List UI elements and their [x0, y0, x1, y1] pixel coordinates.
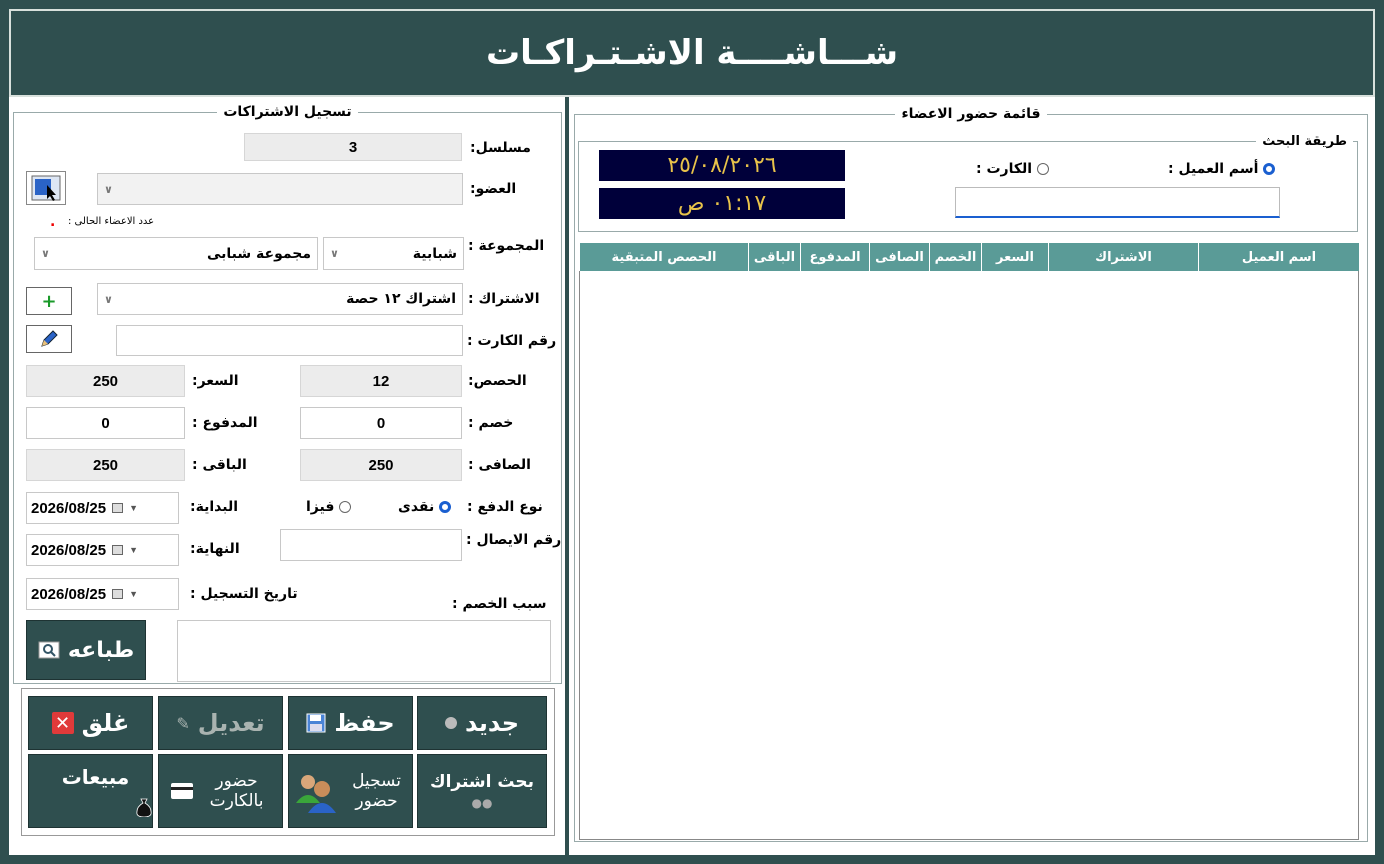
payment-type-label: نوع الدفع :: [467, 499, 543, 515]
member-select[interactable]: ∨: [97, 173, 463, 205]
discount-reason-textarea[interactable]: [177, 620, 551, 682]
card-label: رقم الكارت :: [467, 333, 557, 349]
close-button[interactable]: غلق ✕: [28, 696, 153, 750]
payment-visa-option[interactable]: فيزا: [306, 499, 352, 515]
member-lookup-icon: [31, 175, 61, 201]
serial-field: 3: [244, 133, 462, 161]
column-header-paid[interactable]: المدفوع: [800, 243, 869, 271]
dropdown-arrow-icon: ▼: [129, 545, 138, 555]
receipt-label: رقم الايصال :: [466, 532, 562, 548]
calendar-icon: [112, 503, 124, 513]
attendance-grid-header: اسم العميل الاشتراك السعر الخصم الصافى ا…: [579, 243, 1359, 271]
column-header-net[interactable]: الصافى: [869, 243, 929, 271]
column-header-client[interactable]: اسم العميل: [1198, 243, 1359, 271]
remaining-field: 250: [26, 449, 185, 481]
money-bag-icon: [136, 798, 152, 817]
attendance-legend: قائمة حضور الاعضاء: [901, 106, 1041, 122]
screen-title-bar: شـــاشــــة الاشـتـراكـات: [9, 9, 1375, 97]
chevron-down-icon: ∨: [104, 182, 113, 196]
start-date-label: البداية:: [190, 499, 239, 515]
group-name-value: مجموعة شبابى: [206, 245, 311, 262]
screen-title: شـــاشــــة الاشـتـراكـات: [485, 33, 899, 73]
reg-date-label: تاريخ التسجيل :: [190, 586, 298, 602]
calendar-icon: [112, 545, 124, 555]
end-date-label: النهاية:: [190, 541, 240, 557]
radio-selected-icon: [439, 501, 452, 513]
sales-button[interactable]: مبيعات: [28, 754, 153, 828]
register-attendance-button[interactable]: تسجيل حضور: [288, 754, 413, 828]
subscription-select[interactable]: اشتراك ١٢ حصة ∨: [97, 283, 463, 315]
column-header-remaining-sessions[interactable]: الحصص المتبقية: [579, 243, 748, 271]
end-date-picker[interactable]: 2026/08/25 ▼: [26, 534, 179, 566]
floppy-disk-icon: [306, 713, 326, 733]
pencil-icon: [41, 330, 58, 347]
chevron-down-icon: ∨: [41, 247, 50, 260]
dropdown-arrow-icon: ▼: [129, 503, 138, 513]
net-label: الصافى :: [468, 457, 531, 473]
search-by-name-option[interactable]: أسم العميل :: [1168, 161, 1276, 177]
discount-label: خصم :: [468, 415, 514, 431]
pencil-icon: ✎: [176, 713, 190, 733]
net-field: 250: [300, 449, 462, 481]
print-button[interactable]: طباعه: [26, 620, 146, 680]
new-dot-icon: [444, 717, 457, 729]
search-method-legend: طريقة البحث: [1262, 134, 1347, 149]
member-lookup-button[interactable]: [26, 171, 66, 205]
group-type-select[interactable]: شبابية ∨: [323, 237, 464, 270]
price-field: 250: [26, 365, 185, 397]
radio-empty-icon: [339, 501, 352, 513]
group-label: المجموعة :: [468, 238, 545, 254]
paid-label: المدفوع :: [192, 415, 258, 431]
print-preview-icon: [38, 641, 60, 659]
plus-icon: +: [41, 290, 57, 312]
price-label: السعر:: [192, 373, 239, 389]
start-date-picker[interactable]: 2026/08/25 ▼: [26, 492, 179, 524]
radio-empty-icon: [1036, 163, 1049, 175]
subscription-label: الاشتراك :: [468, 291, 540, 307]
paid-input[interactable]: 0: [26, 407, 185, 439]
chevron-down-icon: ∨: [330, 247, 339, 260]
discount-reason-label: سبب الخصم :: [452, 596, 547, 612]
new-button[interactable]: جديد: [417, 696, 547, 750]
group-type-value: شبابية: [412, 245, 457, 262]
members-count-label: عدد الاعضاء الحالى :: [68, 216, 155, 227]
group-name-select[interactable]: مجموعة شبابى ∨: [34, 237, 318, 270]
remaining-label: الباقى :: [192, 457, 247, 473]
edit-card-button[interactable]: [26, 325, 72, 353]
add-subscription-button[interactable]: +: [26, 287, 72, 315]
radio-selected-icon: [1263, 163, 1276, 175]
column-header-subscription[interactable]: الاشتراك: [1048, 243, 1198, 271]
calendar-icon: [112, 589, 124, 599]
search-subscription-button[interactable]: بحث اشتراك ●●: [417, 754, 547, 828]
payment-cash-option[interactable]: نقدى: [398, 499, 452, 515]
members-count-value: .: [50, 214, 56, 230]
attendance-search-input[interactable]: [955, 187, 1280, 218]
date-display: ٢٥/٠٨/٢٠٢٦: [599, 150, 845, 181]
column-header-remaining[interactable]: الباقى: [748, 243, 800, 271]
users-icon: [295, 775, 336, 813]
column-header-discount[interactable]: الخصم: [929, 243, 981, 271]
column-header-price[interactable]: السعر: [981, 243, 1048, 271]
dropdown-arrow-icon: ▼: [129, 589, 138, 599]
serial-label: مسلسل:: [470, 140, 531, 156]
credit-card-icon: [170, 783, 193, 799]
edit-button[interactable]: تعديل ✎: [158, 696, 283, 750]
sessions-field: 12: [300, 365, 462, 397]
sessions-label: الحصص:: [468, 373, 527, 389]
discount-input[interactable]: 0: [300, 407, 462, 439]
close-icon: ✕: [51, 712, 74, 734]
attendance-grid[interactable]: [579, 243, 1359, 840]
receipt-input[interactable]: [280, 529, 462, 561]
chevron-down-icon: ∨: [104, 292, 113, 306]
subscription-value: اشتراك ١٢ حصة: [346, 291, 456, 307]
reg-date-picker[interactable]: 2026/08/25 ▼: [26, 578, 179, 610]
time-display: ٠١:١٧ ص: [599, 188, 845, 219]
binoculars-icon: ●●: [471, 796, 493, 810]
member-label: العضو:: [470, 181, 517, 197]
registration-legend: تسجيل الاشتراكات: [223, 104, 352, 120]
search-by-card-option[interactable]: الكارت :: [976, 161, 1049, 177]
card-number-input[interactable]: [116, 325, 463, 356]
card-attendance-button[interactable]: حضور بالكارت: [158, 754, 283, 828]
save-button[interactable]: حفظ: [288, 696, 413, 750]
